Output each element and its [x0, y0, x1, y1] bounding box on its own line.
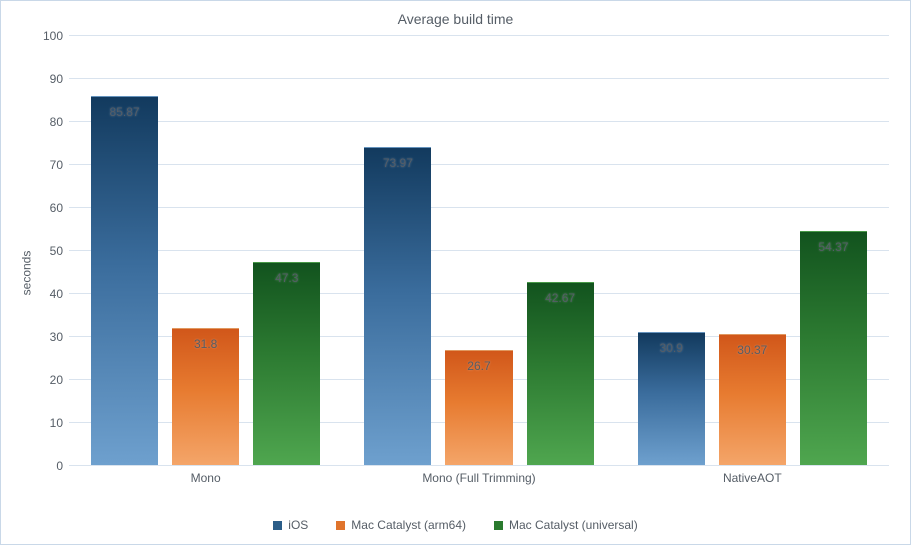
chart-title: Average build time: [1, 1, 910, 31]
gridline: 0: [69, 465, 889, 466]
legend-label: Mac Catalyst (universal): [509, 518, 638, 532]
bar-value-label: 47.3: [275, 271, 298, 285]
bar: 30.37: [719, 334, 786, 465]
y-axis-label: seconds: [19, 250, 33, 295]
bar: 73.97: [364, 147, 431, 465]
bar: 47.3: [253, 262, 320, 465]
legend-swatch: [273, 521, 282, 530]
bar-value-label: 73.97: [383, 156, 413, 170]
bar-group: 73.97 26.7 42.67: [342, 35, 615, 465]
bar-value-label: 30.37: [737, 343, 767, 357]
y-tick-label: 0: [33, 459, 63, 473]
bar-value-label: 31.8: [194, 337, 217, 351]
x-tick-label: Mono: [69, 467, 342, 485]
y-tick-label: 10: [33, 416, 63, 430]
legend-swatch: [494, 521, 503, 530]
y-tick-label: 20: [33, 373, 63, 387]
bar: 85.87: [91, 96, 158, 465]
bar-value-label: 85.87: [110, 105, 140, 119]
y-tick-label: 30: [33, 330, 63, 344]
bar-value-label: 26.7: [467, 359, 490, 373]
chart-container: Average build time seconds 0 10 20 30 40 50 60…: [0, 0, 911, 545]
y-tick-label: 90: [33, 72, 63, 86]
bar-value-label: 54.37: [818, 240, 848, 254]
y-tick-label: 40: [33, 287, 63, 301]
bar-value-label: 42.67: [545, 291, 575, 305]
legend-item: Mac Catalyst (arm64): [336, 518, 466, 532]
y-tick-label: 70: [33, 158, 63, 172]
bar-group: 85.87 31.8 47.3: [69, 35, 342, 465]
plot-area: 0102030405060708090100 85.8731.847.373.9…: [69, 35, 889, 465]
y-tick-label: 100: [33, 29, 63, 43]
x-axis: MonoMono (Full Trimming)NativeAOT: [69, 467, 889, 485]
bar: 30.9: [638, 332, 705, 465]
y-tick-label: 50: [33, 244, 63, 258]
legend-item: Mac Catalyst (universal): [494, 518, 638, 532]
x-tick-label: NativeAOT: [616, 467, 889, 485]
x-tick-label: Mono (Full Trimming): [342, 467, 615, 485]
bars-area: 85.87 31.8 47.3 73.97 26.7 42.67 30.9 30.37 54.3…: [69, 35, 889, 465]
y-tick-label: 60: [33, 201, 63, 215]
bar: 42.67: [527, 282, 594, 465]
bar: 31.8: [172, 328, 239, 465]
bar-group: 30.9 30.37 54.37: [616, 35, 889, 465]
y-tick-label: 80: [33, 115, 63, 129]
legend-label: iOS: [288, 518, 308, 532]
legend-item: iOS: [273, 518, 308, 532]
bar: 26.7: [445, 350, 512, 465]
legend-label: Mac Catalyst (arm64): [351, 518, 466, 532]
bar: 54.37: [800, 231, 867, 465]
legend: iOS Mac Catalyst (arm64) Mac Catalyst (uni…: [1, 518, 910, 532]
bar-value-label: 30.9: [660, 341, 683, 355]
legend-swatch: [336, 521, 345, 530]
